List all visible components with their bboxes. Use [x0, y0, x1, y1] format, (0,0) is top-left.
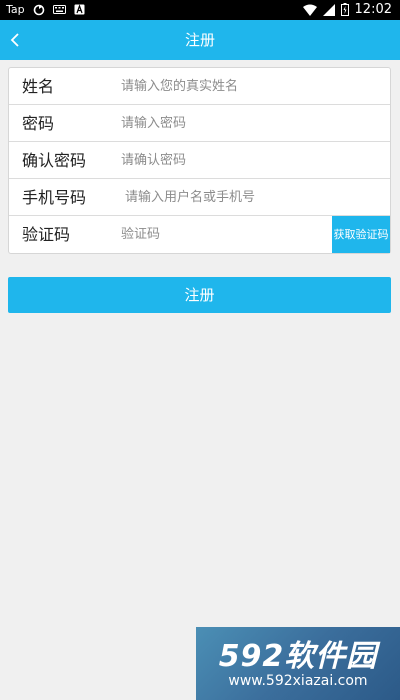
- name-label: 姓名: [22, 77, 55, 96]
- app-bar: 注册: [0, 20, 400, 60]
- keyboard-icon: [52, 5, 66, 14]
- phone-row: 手机号码: [9, 179, 390, 216]
- watermark-url: www.592xiazai.com: [228, 673, 368, 689]
- registration-form: 姓名 密码 确认密码 手机号码 验证码 获取验证码: [8, 67, 391, 254]
- phone-label: 手机号码: [22, 188, 87, 207]
- password-label: 密码: [22, 114, 55, 133]
- password-input[interactable]: [121, 111, 371, 135]
- status-bar-right: 12:02: [302, 2, 392, 17]
- chevron-left-icon: [10, 33, 19, 47]
- code-label: 验证码: [22, 225, 71, 244]
- password-row: 密码: [9, 105, 390, 142]
- signal-icon: [322, 3, 335, 16]
- status-bar: Tap 12:02: [0, 0, 400, 20]
- confirm-password-label: 确认密码: [22, 151, 87, 170]
- phone-input[interactable]: [125, 185, 375, 209]
- confirm-password-input[interactable]: [121, 148, 371, 172]
- name-row: 姓名: [9, 68, 390, 105]
- register-button[interactable]: 注册: [8, 277, 391, 313]
- code-row: 验证码 获取验证码: [9, 216, 390, 253]
- battery-icon: [340, 3, 349, 16]
- name-input[interactable]: [121, 74, 371, 98]
- status-time: 12:02: [354, 2, 392, 17]
- back-button[interactable]: [4, 26, 26, 54]
- get-code-button[interactable]: 获取验证码: [332, 216, 390, 253]
- wifi-icon: [302, 4, 317, 16]
- watermark-brand: 592软件园: [218, 639, 378, 674]
- confirm-password-row: 确认密码: [9, 142, 390, 179]
- watermark-logo: 592软件园 www.592xiazai.com: [196, 627, 400, 700]
- code-input[interactable]: [121, 222, 321, 246]
- page-title: 注册: [184, 31, 215, 49]
- tap-label: Tap: [6, 3, 25, 16]
- app-a-icon: [74, 4, 85, 15]
- status-bar-left: Tap: [6, 3, 85, 16]
- sync-icon: [33, 4, 45, 16]
